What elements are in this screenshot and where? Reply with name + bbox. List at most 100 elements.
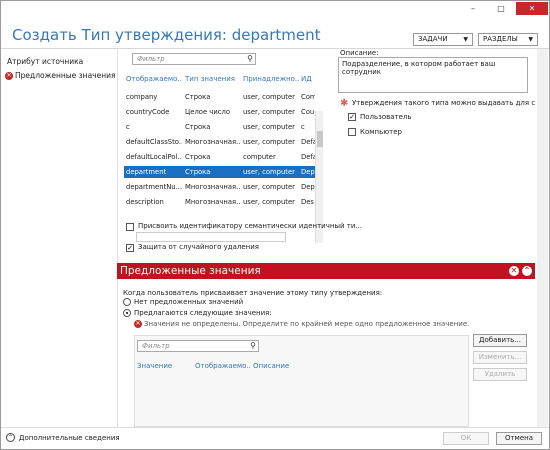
col-header-description[interactable]: Описание <box>253 362 309 370</box>
sidebar-item-suggested-values[interactable]: ✕ Предложенные значения <box>5 71 116 80</box>
description-field[interactable]: Подразделение, в котором работает ваш со… <box>338 57 528 93</box>
attr-filter-placeholder: Фильтр <box>137 55 165 63</box>
table-cell: defaultClassSto... <box>126 138 182 146</box>
table-cell: user, computer <box>243 138 295 146</box>
table-row[interactable]: description Многозначная... user, computer… <box>124 196 316 208</box>
table-cell: Defa <box>301 138 315 146</box>
col-header-value-type[interactable]: Тип значения <box>185 75 241 83</box>
table-row[interactable]: defaultLocalPol...Строка computer Defa <box>124 151 316 163</box>
table-cell: defaultLocalPol... <box>126 153 182 161</box>
table-cell: Cou <box>301 108 315 116</box>
search-icon: ⚲ <box>247 54 253 63</box>
chevron-down-icon: ▼ <box>463 36 468 43</box>
table-cell: Строка <box>185 123 211 131</box>
values-filter-input[interactable]: Фильтр ⚲ <box>137 340 259 352</box>
collapse-icon[interactable]: ⌃ <box>522 266 532 276</box>
description-value: Подразделение, в котором работает ваш со… <box>342 60 496 76</box>
table-cell: user, computer <box>243 108 295 116</box>
user-checkbox[interactable]: ✓ <box>348 113 356 121</box>
title-bar: – □ ✕ <box>1 1 549 17</box>
table-cell: countryCode <box>126 108 170 116</box>
values-list: Фильтр ⚲ Значение Отображаемо... Описани… <box>134 335 469 427</box>
table-cell: user, computer <box>243 93 295 101</box>
sidebar-item-label: Предложенные значения <box>15 71 116 80</box>
sidebar-item-source-attribute[interactable]: Атрибут источника <box>7 57 83 66</box>
computer-checkbox[interactable] <box>348 128 356 136</box>
attr-filter-input[interactable]: Фильтр ⚲ <box>132 53 256 65</box>
scroll-thumb[interactable] <box>317 131 323 147</box>
semantic-checkbox[interactable] <box>126 223 134 231</box>
edit-button[interactable]: Изменить... <box>473 351 527 364</box>
table-cell: Dep <box>301 183 315 191</box>
sections-button[interactable]: РАЗДЕЛЫ ▼ <box>478 33 538 46</box>
table-row[interactable]: defaultClassSto... Многозначная... user, c… <box>124 136 316 148</box>
no-values-label: Нет предложенных значений <box>134 298 244 306</box>
table-cell: department <box>126 168 167 176</box>
main-scrollbar[interactable] <box>537 49 548 427</box>
protect-label: Защита от случайного удаления <box>138 243 259 251</box>
expand-icon[interactable]: ⌃ <box>6 433 15 442</box>
table-cell: Dep <box>301 168 315 176</box>
values-filter-placeholder: Фильтр <box>142 342 170 350</box>
chevron-down-icon: ▼ <box>528 36 533 43</box>
protect-checkbox[interactable]: ✓ <box>126 244 134 252</box>
table-row[interactable]: countryCode Целое число user, computer Cou <box>124 106 316 118</box>
semantic-input[interactable] <box>136 232 286 242</box>
suggest-values-radio[interactable] <box>123 309 131 317</box>
table-cell: Строка <box>185 153 211 161</box>
table-cell: user, computer <box>243 198 295 206</box>
close-button[interactable]: ✕ <box>516 2 548 15</box>
semantic-label: Присвоить идентификатору семантически ид… <box>138 222 363 230</box>
more-info-link[interactable]: Дополнительные сведения <box>19 434 120 442</box>
table-row[interactable]: company Строка user, computer Com <box>124 91 316 103</box>
issue-label: Утверждения такого типа можно выдавать д… <box>352 99 535 107</box>
maximize-button[interactable]: □ <box>488 2 514 15</box>
error-icon: ✕ <box>509 266 519 276</box>
col-header-owner[interactable]: Принадлежно... <box>243 75 299 83</box>
delete-button[interactable]: Удалить <box>473 368 527 381</box>
user-label: Пользователь <box>360 113 412 121</box>
table-cell: Строка <box>185 93 211 101</box>
tasks-button[interactable]: ЗАДАЧИ ▼ <box>413 33 473 46</box>
values-error-text: Значения не определены. Определите по кр… <box>144 320 470 328</box>
col-header-display[interactable]: Отображаемо... <box>195 362 251 370</box>
add-button[interactable]: Добавить... <box>473 334 527 347</box>
minimize-button[interactable]: – <box>460 2 486 15</box>
table-cell: description <box>126 198 164 206</box>
col-header-id[interactable]: ИД <box>301 75 315 83</box>
sidebar: Атрибут источника ✕ Предложенные значения <box>1 49 116 427</box>
values-error-message: ✕ Значения не определены. Определите по к… <box>134 320 469 328</box>
table-cell: c <box>126 123 130 131</box>
table-cell: user, computer <box>243 123 295 131</box>
suggested-section-header: Предложенные значения ✕ ⌃ <box>117 263 535 279</box>
computer-label: Компьютер <box>360 128 402 136</box>
table-cell: Com <box>301 93 315 101</box>
col-header-value[interactable]: Значение <box>137 362 193 370</box>
table-cell: Строка <box>185 168 211 176</box>
col-header-display-name[interactable]: Отображаемо... <box>126 75 182 83</box>
suggested-section-title: Предложенные значения <box>120 265 261 277</box>
sidebar-item-label: Атрибут источника <box>7 57 84 66</box>
table-row[interactable]: departmentNu... Многозначная... user, comp… <box>124 181 316 193</box>
error-icon: ✕ <box>5 72 13 80</box>
suggested-question: Когда пользователь присваивает значение … <box>123 289 383 297</box>
table-cell: user, computer <box>243 183 295 191</box>
cancel-button[interactable]: Отмена <box>496 432 542 445</box>
footer: ⌃ Дополнительные сведения ОК Отмена <box>1 427 549 449</box>
table-cell: user, computer <box>243 168 295 176</box>
dialog-window: – □ ✕ Создать Тип утверждения: departmen… <box>0 0 550 450</box>
tasks-label: ЗАДАЧИ <box>418 35 448 43</box>
table-cell: Многозначная... <box>185 138 241 146</box>
error-icon: ✕ <box>134 320 142 328</box>
no-values-radio[interactable] <box>123 298 131 306</box>
ok-button[interactable]: ОК <box>443 432 489 445</box>
table-cell: Defa <box>301 153 315 161</box>
page-title: Создать Тип утверждения: department <box>12 26 321 44</box>
table-cell: Многозначная... <box>185 198 241 206</box>
table-row[interactable]: department Строка user, computer Dep <box>124 166 316 178</box>
table-cell: Целое число <box>185 108 230 116</box>
description-label: Описание: <box>340 49 379 57</box>
search-icon: ⚲ <box>250 341 256 350</box>
table-cell: Des <box>301 198 314 206</box>
table-row[interactable]: c Строка user, computer c <box>124 121 316 133</box>
